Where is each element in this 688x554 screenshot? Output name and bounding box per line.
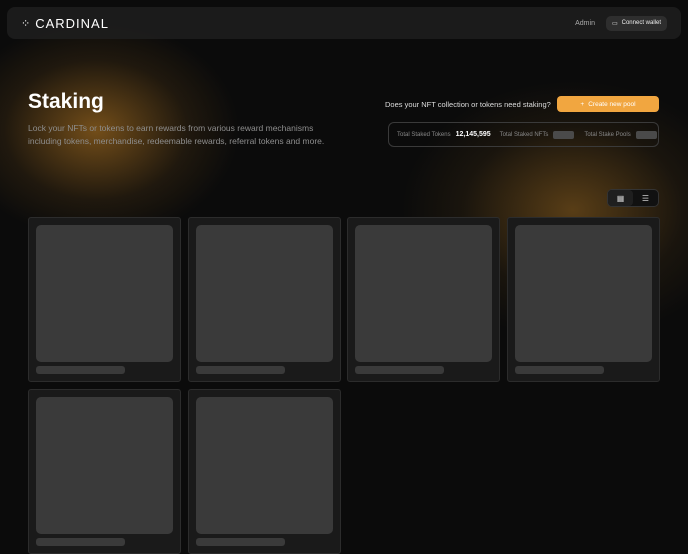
logo[interactable]: ⁘ CARDINAL (21, 16, 109, 31)
pool-card-skeleton[interactable] (188, 389, 341, 554)
create-pool-label: Create new pool (588, 100, 636, 108)
staked-tokens-value: 12,145,595 (455, 131, 491, 138)
staking-question: Does your NFT collection or tokens need … (385, 100, 551, 109)
list-view-icon[interactable]: ☰ (633, 190, 658, 206)
connect-wallet-button[interactable]: ▭ Connect wallet (605, 15, 667, 31)
connect-wallet-label: Connect wallet (621, 20, 661, 26)
pool-card-skeleton[interactable] (28, 217, 181, 382)
page-title: Staking (28, 90, 104, 113)
create-pool-button[interactable]: + Create new pool (557, 96, 659, 112)
pool-card-skeleton[interactable] (188, 217, 341, 382)
pool-card-skeleton[interactable] (28, 389, 181, 554)
page-description: Lock your NFTs or tokens to earn rewards… (28, 123, 325, 146)
stake-pools-placeholder (635, 130, 657, 139)
plus-icon: + (580, 100, 585, 108)
staked-nfts-placeholder (553, 130, 575, 139)
grid-view-icon[interactable]: ▦ (608, 190, 633, 206)
admin-link[interactable]: Admin (575, 20, 595, 27)
stats-panel: Total Staked Tokens 12,145,595 Total Sta… (388, 122, 659, 147)
staked-nfts-label: Total Staked NFTs (499, 131, 549, 138)
pool-card-skeleton[interactable] (347, 217, 500, 382)
wallet-icon: ▭ (611, 20, 618, 27)
pool-card-skeleton[interactable] (507, 217, 660, 382)
brand-name: CARDINAL (35, 15, 109, 31)
cardinal-logo-icon: ⁘ (21, 17, 32, 30)
view-toggle: ▦ ☰ (607, 189, 659, 207)
top-nav: ⁘ CARDINAL Admin ▭ Connect wallet (7, 7, 681, 39)
staked-tokens-label: Total Staked Tokens (397, 131, 451, 138)
stake-pools-label: Total Stake Pools (584, 131, 631, 138)
